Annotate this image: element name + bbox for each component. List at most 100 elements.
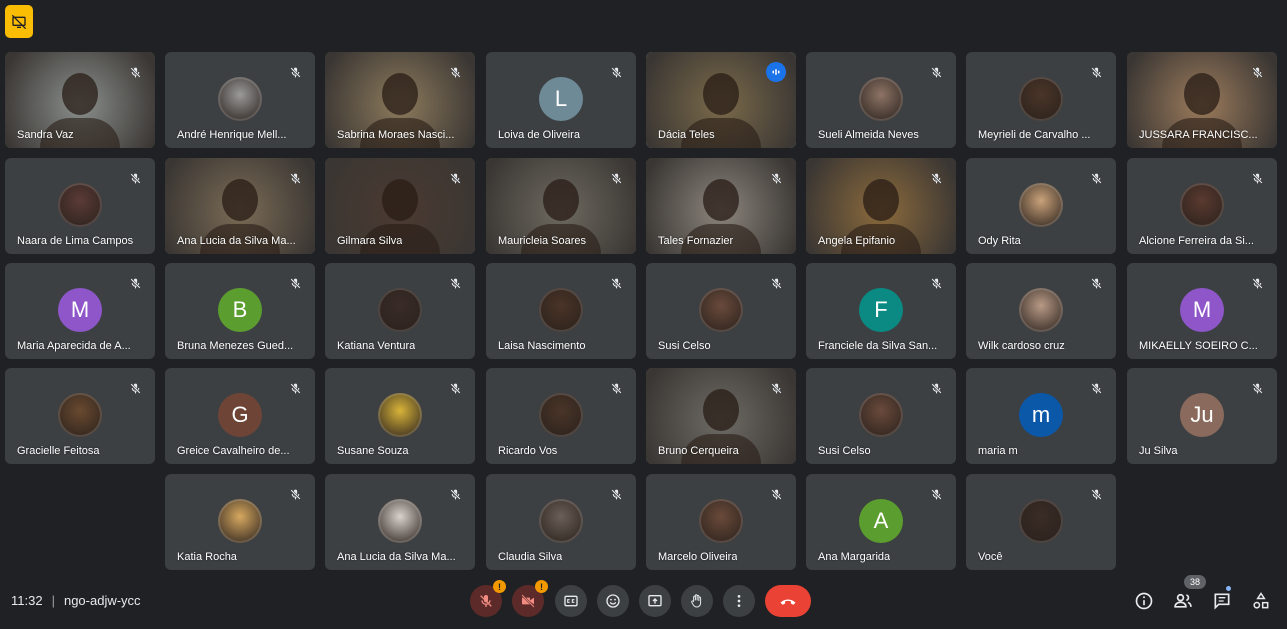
participant-tile[interactable]: m maria m <box>966 368 1116 464</box>
participant-tile[interactable]: Alcione Ferreira da Si... <box>1127 158 1277 254</box>
present-button[interactable] <box>639 585 671 617</box>
participant-tile[interactable]: Bruno Cerqueira <box>646 368 796 464</box>
chat-button[interactable] <box>1210 589 1234 613</box>
muted-mic-icon <box>767 485 785 503</box>
participant-tile[interactable]: Sandra Vaz <box>5 52 155 148</box>
participant-tile[interactable]: Sabrina Moraes Nasci... <box>325 52 475 148</box>
participant-tile[interactable]: F Franciele da Silva San... <box>806 263 956 359</box>
raise-hand-button[interactable] <box>681 585 713 617</box>
participant-tile[interactable]: Susane Souza <box>325 368 475 464</box>
participant-avatar <box>58 183 102 227</box>
participant-tile[interactable]: Tales Fornazier <box>646 158 796 254</box>
muted-mic-icon <box>1087 379 1105 397</box>
person-silhouette <box>703 73 739 116</box>
participant-tile[interactable]: Claudia Silva <box>486 474 636 570</box>
presenting-badge[interactable] <box>5 5 33 38</box>
person-silhouette <box>703 389 739 432</box>
mic-button[interactable]: ! <box>470 580 506 617</box>
participant-name: maria m <box>978 445 1018 457</box>
participant-avatar: F <box>859 288 903 332</box>
participant-tile[interactable]: André Henrique Mell... <box>165 52 315 148</box>
participant-avatar: B <box>218 288 262 332</box>
participant-tile[interactable]: Ody Rita <box>966 158 1116 254</box>
muted-mic-icon <box>286 63 304 81</box>
participant-tile[interactable]: Gracielle Feitosa <box>5 368 155 464</box>
muted-mic-icon <box>607 485 625 503</box>
videocam-off-icon <box>521 594 535 608</box>
meeting-code[interactable]: ngo-adjw-ycc <box>64 593 141 608</box>
participant-tile[interactable]: Ana Lucia da Silva Ma... <box>165 158 315 254</box>
participant-name: Meyrieli de Carvalho ... <box>978 129 1091 141</box>
participant-count-badge: 38 <box>1184 575 1206 589</box>
participant-name: Bruna Menezes Gued... <box>177 340 294 352</box>
more-options-button[interactable] <box>723 585 755 617</box>
present-off-icon <box>11 14 27 29</box>
participant-tile[interactable]: Sueli Almeida Neves <box>806 52 956 148</box>
participant-tile[interactable]: Meyrieli de Carvalho ... <box>966 52 1116 148</box>
participant-name: Sandra Vaz <box>17 129 74 141</box>
participant-avatar: Ju <box>1180 393 1224 437</box>
people-button[interactable] <box>1171 589 1195 613</box>
participant-tile[interactable]: M MIKAELLY SOEIRO C... <box>1127 263 1277 359</box>
participant-tile[interactable]: Katiana Ventura <box>325 263 475 359</box>
participant-tile[interactable]: JUSSARA FRANCISC... <box>1127 52 1277 148</box>
participant-tile[interactable]: Susi Celso <box>806 368 956 464</box>
participant-name: Alcione Ferreira da Si... <box>1139 235 1254 247</box>
camera-button[interactable]: ! <box>512 580 548 617</box>
meeting-time: 11:32 <box>11 593 43 608</box>
participant-tile[interactable]: Gilmara Silva <box>325 158 475 254</box>
more-vert-icon <box>737 595 741 607</box>
muted-mic-icon <box>446 274 464 292</box>
participant-tile[interactable]: Mauricleia Soares <box>486 158 636 254</box>
participant-name: Gracielle Feitosa <box>17 445 100 457</box>
participant-avatar: M <box>1180 288 1224 332</box>
participant-name: Susi Celso <box>658 340 711 352</box>
participant-avatar <box>539 288 583 332</box>
participant-tile[interactable]: Ricardo Vos <box>486 368 636 464</box>
participant-name: Dácia Teles <box>658 129 715 141</box>
participant-tile[interactable]: A Ana Margarida <box>806 474 956 570</box>
participant-tile[interactable]: Ana Lucia da Silva Ma... <box>325 474 475 570</box>
participant-name: Greice Cavalheiro de... <box>177 445 290 457</box>
participant-name: Maria Aparecida de A... <box>17 340 131 352</box>
participant-name: Ana Margarida <box>818 551 891 563</box>
meeting-info: 11:32 | ngo-adjw-ycc <box>11 593 141 608</box>
participant-avatar <box>539 499 583 543</box>
participant-tile[interactable]: Dácia Teles <box>646 52 796 148</box>
speaking-indicator-icon <box>766 62 786 82</box>
participant-avatar <box>539 393 583 437</box>
participant-avatar <box>1019 77 1063 121</box>
participant-tile[interactable]: Marcelo Oliveira <box>646 474 796 570</box>
participant-name: Angela Epifanio <box>818 235 896 247</box>
participant-name: Ricardo Vos <box>498 445 558 457</box>
participant-tile[interactable]: Naara de Lima Campos <box>5 158 155 254</box>
participant-avatar <box>58 393 102 437</box>
reactions-button[interactable] <box>597 585 629 617</box>
muted-mic-icon <box>927 169 945 187</box>
participant-tile[interactable]: Wilk cardoso cruz <box>966 263 1116 359</box>
meeting-details-button[interactable] <box>1132 589 1156 613</box>
participant-tile[interactable]: Angela Epifanio <box>806 158 956 254</box>
captions-button[interactable] <box>555 585 587 617</box>
participant-avatar <box>218 499 262 543</box>
participant-tile[interactable]: Laisa Nascimento <box>486 263 636 359</box>
participant-avatar: A <box>859 499 903 543</box>
call-end-icon <box>780 599 796 605</box>
muted-mic-icon <box>607 63 625 81</box>
activities-button[interactable] <box>1249 589 1273 613</box>
participant-tile[interactable]: B Bruna Menezes Gued... <box>165 263 315 359</box>
leave-call-button[interactable] <box>765 585 811 617</box>
participant-tile[interactable]: L Loiva de Oliveira <box>486 52 636 148</box>
muted-mic-icon <box>607 274 625 292</box>
participant-tile[interactable]: Susi Celso <box>646 263 796 359</box>
participant-name: Marcelo Oliveira <box>658 551 738 563</box>
participant-tile[interactable]: Ju Ju Silva <box>1127 368 1277 464</box>
participant-tile[interactable]: Katia Rocha <box>165 474 315 570</box>
participant-tile[interactable]: Você <box>966 474 1116 570</box>
muted-mic-icon <box>446 169 464 187</box>
muted-mic-icon <box>767 379 785 397</box>
participant-tile[interactable]: G Greice Cavalheiro de... <box>165 368 315 464</box>
muted-mic-icon <box>607 169 625 187</box>
participant-name: André Henrique Mell... <box>177 129 287 141</box>
participant-tile[interactable]: M Maria Aparecida de A... <box>5 263 155 359</box>
